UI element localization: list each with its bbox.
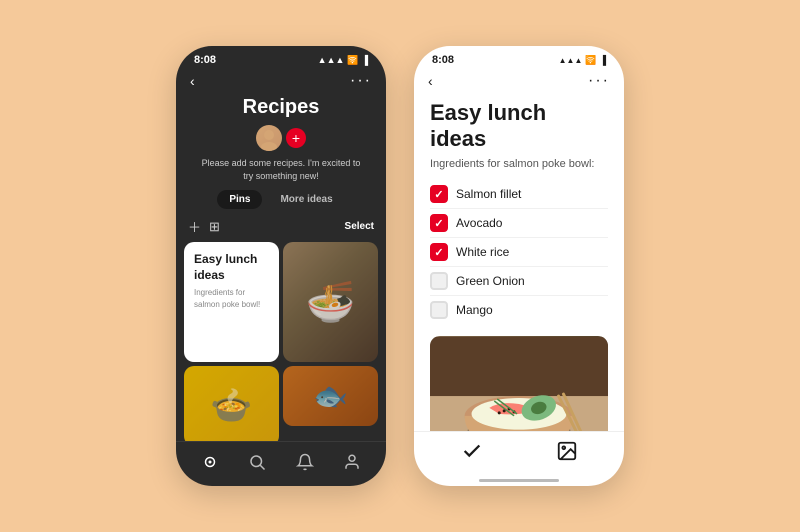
signal-icon-right: ▲▲▲ bbox=[559, 56, 583, 65]
pin-food-image-1[interactable] bbox=[283, 242, 378, 362]
recipes-content: Recipes + Please add some recipes. I'm e… bbox=[176, 96, 386, 441]
ingredient-name-onion: Green Onion bbox=[456, 274, 525, 288]
checkbox-onion[interactable] bbox=[430, 272, 448, 290]
nav-bar-right: ‹ ··· bbox=[414, 70, 624, 96]
time-right: 8:08 bbox=[432, 54, 454, 66]
signal-icon: ▲▲▲ bbox=[318, 55, 345, 65]
status-icons-left: ▲▲▲ 🛜 ▐ bbox=[318, 55, 368, 66]
nav-user[interactable] bbox=[338, 448, 366, 476]
tab-pins[interactable]: Pins bbox=[217, 190, 262, 209]
ingredient-item[interactable]: Mango bbox=[430, 296, 608, 324]
wifi-icon-right: 🛜 bbox=[585, 55, 596, 66]
status-bar-right: 8:08 ▲▲▲ 🛜 ▐ bbox=[414, 46, 624, 70]
poke-bowl-image bbox=[430, 336, 608, 431]
pin-grid: Easy lunch ideas Ingredients for salmon … bbox=[176, 242, 386, 441]
add-button[interactable]: + bbox=[286, 128, 306, 148]
board-toolbar: ＋ ⊞ Select bbox=[176, 217, 386, 242]
recipes-title: Recipes bbox=[243, 96, 320, 119]
back-icon[interactable]: ‹ bbox=[190, 73, 195, 89]
checkbox-salmon[interactable] bbox=[430, 185, 448, 203]
pin-card-easy-lunch[interactable]: Easy lunch ideas Ingredients for salmon … bbox=[184, 242, 279, 362]
ingredient-item[interactable]: Green Onion bbox=[430, 267, 608, 296]
ingredient-item[interactable]: Salmon fillet bbox=[430, 180, 608, 209]
pin-food-image-3[interactable] bbox=[283, 366, 378, 426]
checkbox-mango[interactable] bbox=[430, 301, 448, 319]
food-photo bbox=[430, 336, 608, 431]
nav-search[interactable] bbox=[243, 448, 271, 476]
status-icons-right: ▲▲▲ 🛜 ▐ bbox=[559, 55, 606, 66]
more-icon-right[interactable]: ··· bbox=[588, 72, 610, 90]
select-button[interactable]: Select bbox=[345, 221, 374, 232]
ingredient-item[interactable]: Avocado bbox=[430, 209, 608, 238]
nav-home[interactable] bbox=[196, 448, 224, 476]
toolbar-left: ＋ ⊞ bbox=[188, 217, 220, 236]
back-icon-right[interactable]: ‹ bbox=[428, 73, 433, 89]
status-bar-left: 8:08 ▲▲▲ 🛜 ▐ bbox=[176, 46, 386, 70]
tab-more-ideas[interactable]: More ideas bbox=[268, 190, 344, 209]
wifi-icon: 🛜 bbox=[347, 55, 358, 66]
avatar[interactable] bbox=[256, 125, 282, 151]
add-pin-icon[interactable]: ＋ bbox=[188, 217, 201, 236]
nav-bar-left: ‹ ··· bbox=[176, 70, 386, 96]
image-icon[interactable] bbox=[556, 440, 578, 467]
ingredient-list: Salmon fillet Avocado White rice Green O… bbox=[430, 180, 608, 324]
battery-icon-right: ▐ bbox=[600, 55, 606, 65]
ingredient-name-salmon: Salmon fillet bbox=[456, 187, 521, 201]
detail-subtitle: Ingredients for salmon poke bowl: bbox=[430, 158, 608, 170]
filter-icon[interactable]: ⊞ bbox=[209, 219, 220, 235]
recipes-subtitle: Please add some recipes. I'm excited to … bbox=[176, 157, 386, 182]
ingredient-name-mango: Mango bbox=[456, 303, 493, 317]
ingredient-item[interactable]: White rice bbox=[430, 238, 608, 267]
avatar-row: + bbox=[256, 125, 306, 151]
detail-content: Easy lunch ideas Ingredients for salmon … bbox=[414, 96, 624, 431]
time-left: 8:08 bbox=[194, 54, 216, 66]
checkmark-icon[interactable] bbox=[461, 440, 483, 467]
left-phone: 8:08 ▲▲▲ 🛜 ▐ ‹ ··· Recipes + bbox=[176, 46, 386, 486]
pin-card-title: Easy lunch ideas bbox=[194, 252, 269, 283]
tab-row: Pins More ideas bbox=[217, 190, 344, 209]
pin-food-image-2[interactable] bbox=[184, 366, 279, 441]
battery-icon: ▐ bbox=[362, 55, 368, 65]
pin-card-subtitle: Ingredients for salmon poke bowl! bbox=[194, 287, 269, 309]
checkbox-rice[interactable] bbox=[430, 243, 448, 261]
nav-bell[interactable] bbox=[291, 448, 319, 476]
home-indicator bbox=[479, 479, 559, 482]
checkbox-avocado[interactable] bbox=[430, 214, 448, 232]
more-icon[interactable]: ··· bbox=[350, 72, 372, 90]
right-bottom-bar bbox=[414, 431, 624, 479]
right-phone: 8:08 ▲▲▲ 🛜 ▐ ‹ ··· Easy lunch ideas Ingr… bbox=[414, 46, 624, 486]
ingredient-name-avocado: Avocado bbox=[456, 216, 502, 230]
ingredient-name-rice: White rice bbox=[456, 245, 509, 259]
detail-title: Easy lunch ideas bbox=[430, 100, 608, 152]
bottom-nav bbox=[176, 441, 386, 486]
